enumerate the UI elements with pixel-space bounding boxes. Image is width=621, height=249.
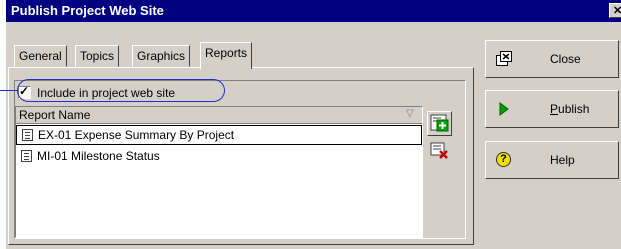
add-report-icon bbox=[430, 114, 449, 132]
tab-graphics[interactable]: Graphics bbox=[132, 45, 191, 67]
title-bar: Publish Project Web Site ✕ bbox=[6, 0, 621, 22]
list-item-label: MI-01 Milestone Status bbox=[37, 149, 160, 163]
play-arrow-icon bbox=[499, 102, 509, 116]
tab-general[interactable]: General bbox=[14, 45, 67, 67]
reports-list[interactable]: Report Name ▽ EX-01 Expense Summary By P… bbox=[15, 106, 423, 238]
delete-report-icon bbox=[430, 142, 448, 159]
list-column-header[interactable]: Report Name ▽ bbox=[16, 107, 422, 124]
callout-line bbox=[0, 90, 18, 91]
window-close-icon[interactable]: ✕ bbox=[609, 3, 621, 18]
list-item-label: EX-01 Expense Summary By Project bbox=[38, 128, 235, 142]
tab-reports[interactable]: Reports bbox=[200, 42, 253, 69]
report-icon bbox=[21, 150, 32, 162]
report-icon bbox=[22, 129, 33, 141]
add-report-button[interactable] bbox=[427, 111, 452, 136]
close-button-label: Close bbox=[550, 52, 581, 66]
publish-button-label: Publish bbox=[550, 102, 590, 116]
help-icon: ? bbox=[496, 152, 511, 167]
tab-topics[interactable]: Topics bbox=[75, 45, 120, 67]
list-item[interactable]: MI-01 Milestone Status bbox=[16, 147, 422, 167]
help-button-label: Help bbox=[550, 153, 575, 167]
close-button[interactable]: Close bbox=[485, 40, 619, 78]
column-header-label: Report Name bbox=[19, 108, 91, 122]
delete-report-button[interactable] bbox=[430, 142, 450, 160]
list-item[interactable]: EX-01 Expense Summary By Project bbox=[16, 125, 422, 145]
callout-highlight-ellipse bbox=[17, 79, 225, 102]
close-window-icon bbox=[496, 51, 512, 66]
sort-indicator-icon: ▽ bbox=[406, 108, 414, 119]
window-title: Publish Project Web Site bbox=[11, 3, 164, 18]
help-button[interactable]: ? Help bbox=[485, 141, 619, 179]
list-side-toolbar bbox=[424, 106, 454, 238]
publish-button[interactable]: Publish bbox=[485, 90, 619, 128]
